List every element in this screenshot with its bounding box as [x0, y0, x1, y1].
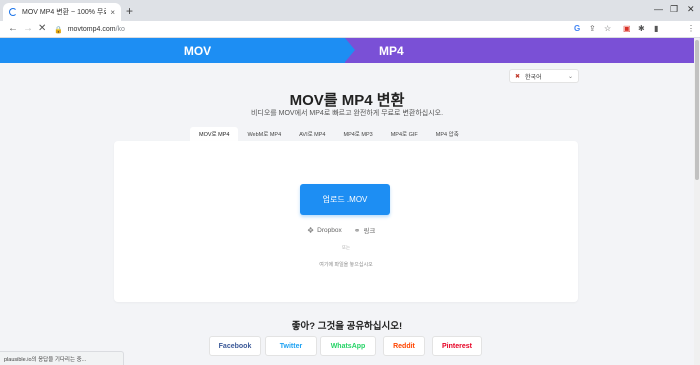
url-domain: movtomp4.com: [67, 26, 116, 33]
share-heading: 좋아? 그것을 공유하십시오!: [291, 321, 403, 332]
stop-icon[interactable]: ✕: [38, 23, 46, 35]
language-select[interactable]: ✖ 한국어 ⌄: [509, 69, 579, 83]
chevron-down-icon: ⌄: [567, 73, 573, 80]
page-subtitle: 비디오를 MOV에서 MP4로 빠르고 완전하게 무료로 변환하십시오.: [250, 110, 444, 117]
language-label: 한국어: [525, 74, 542, 81]
tab-title: MOV MP4 변환 ~ 100% 무료: [22, 9, 107, 16]
share-reddit-button[interactable]: Reddit: [383, 336, 425, 356]
tab-avi-to-mp4[interactable]: AVI로 MP4: [290, 127, 334, 141]
link-label: 링크: [363, 228, 376, 235]
upload-card[interactable]: 업로드 .MOV ❖ Dropbox ⚭ 링크 또는 여기에 파일을 놓으십시오: [114, 141, 578, 302]
banner-target-format: MP4: [345, 38, 694, 63]
url-field[interactable]: 🔒 movtomp4.com/ko: [54, 23, 564, 36]
browser-tab-bar: MOV MP4 변환 ~ 100% 무료 × + — ❐ ✕: [0, 0, 700, 21]
tab-mp4-to-mp3[interactable]: MP4로 MP3: [335, 127, 382, 141]
korea-flag-icon: ✖: [515, 73, 521, 80]
tab-mp4-to-gif[interactable]: MP4로 GIF: [382, 127, 427, 141]
drop-hint: 여기에 파일을 놓으십시오: [319, 262, 373, 268]
page-content: MOV MP4 ✖ 한국어 ⌄ MOV를 MP4 변환 비디오를 MOV에서 M…: [0, 38, 700, 365]
new-tab-button[interactable]: +: [126, 4, 133, 18]
share-facebook-button[interactable]: Facebook: [209, 336, 261, 356]
bookmark-star-icon[interactable]: ☆: [604, 24, 611, 34]
browser-tab[interactable]: MOV MP4 변환 ~ 100% 무료 ×: [3, 3, 121, 21]
close-tab-icon[interactable]: ×: [110, 8, 115, 17]
share-twitter-button[interactable]: Twitter: [265, 336, 317, 356]
share-pinterest-button[interactable]: Pinterest: [432, 336, 482, 356]
window-close-icon[interactable]: ✕: [687, 4, 695, 15]
extensions-puzzle-icon[interactable]: ✱: [638, 24, 645, 34]
forward-icon[interactable]: →: [23, 23, 33, 35]
banner-arrow-icon: [345, 38, 355, 62]
link-icon: ⚭: [353, 225, 361, 235]
tab-mov-to-mp4[interactable]: MOV로 MP4: [190, 127, 239, 141]
page-scrollbar[interactable]: [694, 38, 700, 365]
tab-webm-to-mp4[interactable]: WebM로 MP4: [238, 127, 290, 141]
conversion-banner: MOV MP4: [0, 38, 694, 63]
dropbox-label: Dropbox: [317, 226, 342, 234]
status-bar: plausible.io의 응답을 기다리는 중...: [0, 351, 124, 365]
scrollbar-thumb[interactable]: [695, 40, 699, 180]
extension-icon[interactable]: ▣: [623, 24, 631, 34]
share-icon[interactable]: ⇪: [589, 24, 596, 34]
dropbox-button[interactable]: ❖ Dropbox: [307, 226, 342, 235]
upload-sources: ❖ Dropbox ⚭ 링크: [307, 225, 376, 236]
upload-button[interactable]: 업로드 .MOV: [300, 184, 390, 215]
url-path: /ko: [115, 26, 125, 33]
banner-source-format: MOV: [0, 38, 345, 63]
page-title: MOV를 MP4 변환: [289, 92, 405, 109]
lock-icon: 🔒: [54, 26, 63, 34]
share-whatsapp-button[interactable]: WhatsApp: [320, 336, 376, 356]
maximize-icon[interactable]: ❐: [670, 4, 678, 15]
side-panel-icon[interactable]: ▮: [654, 24, 658, 34]
google-translate-icon[interactable]: G: [574, 24, 580, 34]
loading-spinner-icon: [9, 8, 17, 16]
menu-kebab-icon[interactable]: ⋮: [687, 24, 695, 34]
address-bar-row: ← → ✕ 🔒 movtomp4.com/ko G ⇪ ☆ ▣ ✱ ▮ ⋮: [0, 21, 700, 38]
link-button[interactable]: ⚭ 링크: [353, 225, 376, 236]
tab-mp4-compress[interactable]: MP4 압축: [427, 127, 468, 141]
dropbox-icon: ❖: [307, 225, 315, 235]
converter-tabs: MOV로 MP4 WebM로 MP4 AVI로 MP4 MP4로 MP3 MP4…: [190, 127, 468, 141]
minimize-icon[interactable]: —: [654, 4, 663, 14]
or-divider: 또는: [341, 245, 351, 250]
back-icon[interactable]: ←: [8, 23, 18, 35]
